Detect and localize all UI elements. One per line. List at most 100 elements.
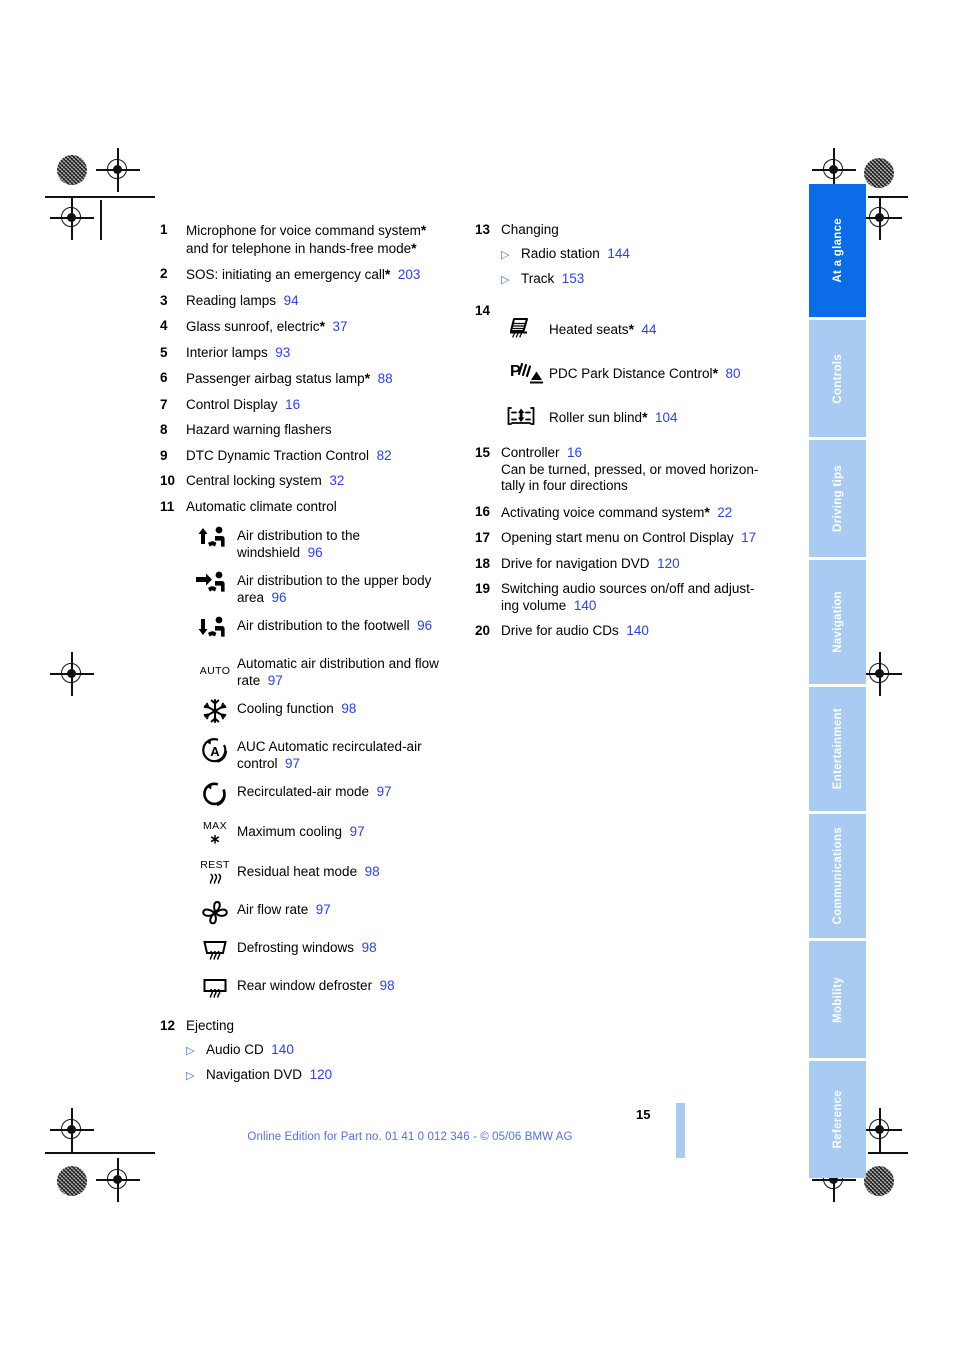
page-reference[interactable]: 153 xyxy=(562,271,585,286)
page-reference[interactable]: 104 xyxy=(655,410,678,425)
legend-entry[interactable]: 10 Central locking system 32 xyxy=(160,473,480,490)
label-line1: Defrosting windows xyxy=(237,940,355,955)
climate-icon-row[interactable]: Cooling function 98 xyxy=(193,697,480,727)
climate-icon-row[interactable]: Air distribution to the upper body area … xyxy=(193,569,480,606)
legend-entry[interactable]: 9 DTC Dynamic Traction Control 82 xyxy=(160,448,480,465)
sidebar-item-mobility[interactable]: Mobility xyxy=(809,941,866,1058)
sidebar-item-communications[interactable]: Communications xyxy=(809,814,866,938)
legend-entry[interactable]: 17 Opening start menu on Control Display… xyxy=(475,530,805,547)
page-reference[interactable]: 120 xyxy=(657,556,680,571)
entry-label: Hazard warning flashers xyxy=(186,422,332,437)
legend-entry[interactable]: 13 Changing xyxy=(475,222,805,239)
climate-icon-row[interactable]: Air distribution to the footwell 96 xyxy=(193,614,480,644)
climate-icon-row[interactable]: Recirculated-air mode 97 xyxy=(193,780,480,810)
legend-entry[interactable]: 5 Interior lamps 93 xyxy=(160,345,480,362)
climate-icon-row[interactable]: Air distribution to the windshield 96 xyxy=(193,524,480,561)
legend-entry[interactable]: 1 Microphone for voice command system* a… xyxy=(160,222,480,257)
page-reference[interactable]: 203 xyxy=(398,267,421,282)
sub-entry[interactable]: ▷ Track 153 xyxy=(501,271,805,289)
page-reference[interactable]: 98 xyxy=(380,978,395,993)
page-reference[interactable]: 98 xyxy=(365,864,380,879)
sidebar-item-navigation[interactable]: Navigation xyxy=(809,560,866,684)
sub-entry[interactable]: ▷ Navigation DVD 120 xyxy=(186,1067,480,1085)
page-reference[interactable]: 17 xyxy=(741,530,756,545)
tab-label: Communications xyxy=(831,827,844,925)
feature-icon-row[interactable]: P PDC Park Distance Control* 80 xyxy=(497,359,805,389)
legend-entry[interactable]: 7 Control Display 16 xyxy=(160,397,480,414)
page-reference[interactable]: 97 xyxy=(268,673,283,688)
entry-label: Interior lamps xyxy=(186,344,268,360)
page-reference[interactable]: 82 xyxy=(377,448,392,463)
sub-entry[interactable]: ▷ Radio station 144 xyxy=(501,246,805,264)
legend-entry[interactable]: 18 Drive for navigation DVD 120 xyxy=(475,556,805,573)
climate-icon-label: Residual heat mode 98 xyxy=(237,858,380,880)
page-reference[interactable]: 44 xyxy=(642,322,657,337)
page-reference[interactable]: 97 xyxy=(350,824,365,839)
legend-entry[interactable]: 15 Controller 16 Can be turned, pressed,… xyxy=(475,445,805,495)
page-reference[interactable]: 97 xyxy=(285,756,300,771)
label-line1: Air distribution to the footwell xyxy=(237,618,410,633)
climate-icon-row[interactable]: Defrosting windows 98 xyxy=(193,936,480,966)
auc-recirculated-air-icon: A xyxy=(193,735,237,765)
page-reference[interactable]: 32 xyxy=(329,473,344,488)
halftone-dot-bottom-left xyxy=(57,1166,87,1196)
page-reference[interactable]: 140 xyxy=(574,598,597,613)
label-line2: control xyxy=(237,756,278,771)
climate-icon-row[interactable]: AUTO Automatic air distribution and flow… xyxy=(193,652,480,689)
feature-icon-row[interactable]: Roller sun blind* 104 xyxy=(497,403,805,433)
page-reference[interactable]: 97 xyxy=(377,784,392,799)
climate-icon-row[interactable]: A AUC Automatic recirculated-air control… xyxy=(193,735,480,772)
page-reference[interactable]: 93 xyxy=(275,345,290,360)
feature-icon-row[interactable]: Heated seats* 44 xyxy=(497,315,805,345)
legend-entry[interactable]: 20 Drive for audio CDs 140 xyxy=(475,623,805,640)
sidebar-item-at-a-glance[interactable]: At a glance xyxy=(809,184,866,317)
legend-entry[interactable]: 16 Activating voice command system* 22 xyxy=(475,504,805,522)
sidebar-item-reference[interactable]: Reference xyxy=(809,1061,866,1178)
sub-entry[interactable]: ▷ Audio CD 140 xyxy=(186,1042,480,1060)
page-reference[interactable]: 98 xyxy=(341,701,356,716)
sub-entry-text: Track 153 xyxy=(521,271,584,289)
page-reference[interactable]: 80 xyxy=(726,366,741,381)
entry-label: Reading lamps xyxy=(186,292,277,308)
climate-icon-row[interactable]: REST Residual heat mode 98 xyxy=(193,858,480,890)
page-reference[interactable]: 96 xyxy=(272,590,287,605)
legend-entry[interactable]: 8 Hazard warning flashers xyxy=(160,422,480,439)
climate-icon-row[interactable]: MAX Maximum cooling 97 xyxy=(193,818,480,850)
max-cooling-icon: MAX xyxy=(193,818,237,850)
sidebar-item-driving-tips[interactable]: Driving tips xyxy=(809,440,866,557)
page-reference[interactable]: 88 xyxy=(378,371,393,386)
tab-label: At a glance xyxy=(831,218,844,283)
page-reference[interactable]: 97 xyxy=(316,902,331,917)
halftone-dot-top-right xyxy=(864,158,894,188)
legend-entry[interactable]: 19 Switching audio sources on/off and ad… xyxy=(475,581,805,614)
legend-entry[interactable]: 12 Ejecting xyxy=(160,1018,480,1035)
legend-entry[interactable]: 4 Glass sunroof, electric* 37 xyxy=(160,318,480,336)
page-reference[interactable]: 96 xyxy=(308,545,323,560)
legend-entry[interactable]: 2 SOS: initiating an emergency call* 203 xyxy=(160,266,480,284)
page-reference[interactable]: 98 xyxy=(362,940,377,955)
page-reference[interactable]: 144 xyxy=(607,246,630,261)
sidebar-item-entertainment[interactable]: Entertainment xyxy=(809,687,866,811)
page-reference[interactable]: 37 xyxy=(333,319,348,334)
page-reference[interactable]: 16 xyxy=(567,445,582,460)
trim-line-top-left xyxy=(45,196,155,198)
climate-icon-row[interactable]: Air flow rate 97 xyxy=(193,898,480,928)
climate-icon-row[interactable]: Rear window defroster 98 xyxy=(193,974,480,1004)
page-reference[interactable]: 140 xyxy=(271,1042,294,1057)
page-reference[interactable]: 140 xyxy=(626,623,649,638)
page-reference[interactable]: 120 xyxy=(310,1067,333,1082)
entry-text: Drive for audio CDs 140 xyxy=(501,623,649,640)
page-reference[interactable]: 16 xyxy=(285,397,300,412)
legend-entry[interactable]: 3 Reading lamps 94 xyxy=(160,293,480,310)
label-line1: Automatic air distribution and flow xyxy=(237,656,439,671)
page-reference[interactable]: 94 xyxy=(284,293,299,308)
page-reference[interactable]: 22 xyxy=(717,505,732,520)
triangle-bullet-icon: ▷ xyxy=(501,248,510,261)
page-reference[interactable]: 96 xyxy=(417,618,432,633)
legend-entry[interactable]: 11 Automatic climate control xyxy=(160,499,480,516)
climate-icon-label: Air distribution to the windshield 96 xyxy=(237,524,360,561)
legend-left-column: 1 Microphone for voice command system* a… xyxy=(160,222,480,1092)
sidebar-item-controls[interactable]: Controls xyxy=(809,320,866,437)
entry-text: Drive for navigation DVD 120 xyxy=(501,556,680,573)
legend-entry[interactable]: 6 Passenger airbag status lamp* 88 xyxy=(160,370,480,388)
